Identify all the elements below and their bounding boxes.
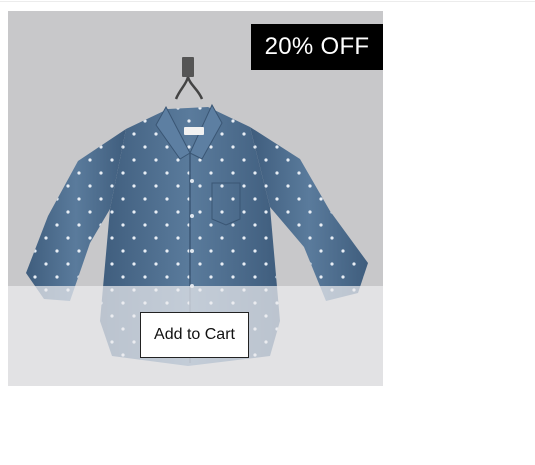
add-to-cart-overlay: Add to Cart — [8, 286, 383, 386]
product-card[interactable]: 20% OFF Add to Cart — [8, 11, 383, 386]
discount-badge: 20% OFF — [251, 24, 383, 70]
top-divider — [0, 1, 535, 2]
add-to-cart-button[interactable]: Add to Cart — [140, 312, 249, 358]
